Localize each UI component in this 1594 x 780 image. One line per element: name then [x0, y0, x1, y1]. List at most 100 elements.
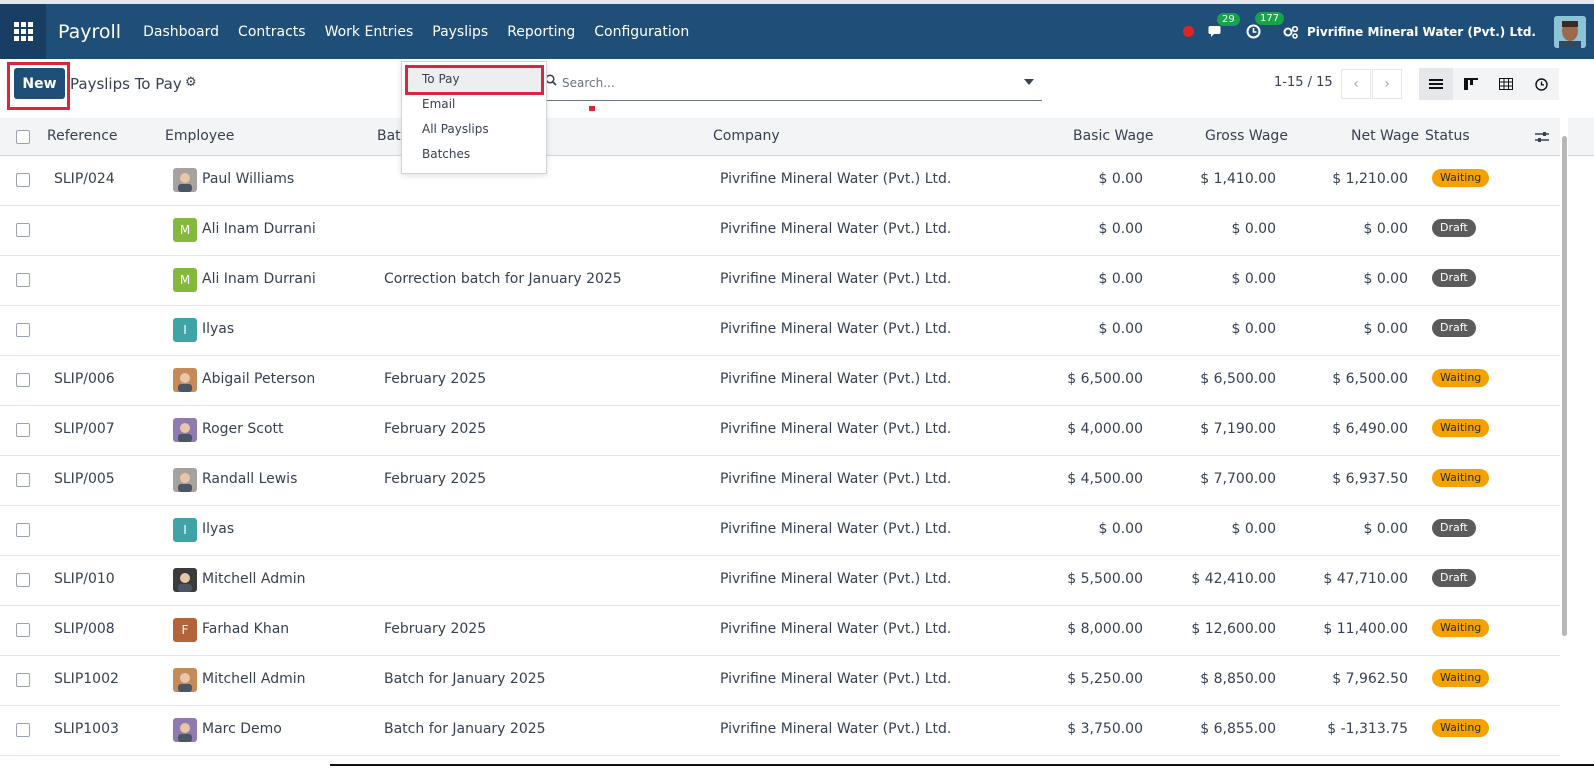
- pager-next-button[interactable]: ›: [1372, 69, 1402, 99]
- cell-reference: SLIP/008: [54, 621, 115, 637]
- pivot-view-button[interactable]: [1489, 68, 1524, 100]
- row-checkbox[interactable]: [16, 723, 30, 737]
- table-row[interactable]: SLIP/010 Mitchell Admin Pivrifine Mineral …: [0, 556, 1560, 606]
- cell-company: Pivrifine Mineral Water (Pvt.) Ltd.: [720, 271, 952, 287]
- company-switch-icon[interactable]: [1283, 25, 1299, 39]
- employee-initial-avatar: I: [173, 518, 197, 542]
- cell-net-wage: $ 6,500.00: [1332, 371, 1408, 387]
- table-row[interactable]: I Ilyas Pivrifine Mineral Water (Pvt.) Ltd…: [0, 506, 1560, 556]
- pager-value[interactable]: 1-15 / 15: [1274, 75, 1333, 90]
- row-checkbox[interactable]: [16, 523, 30, 537]
- column-employee[interactable]: Employee: [165, 128, 234, 144]
- status-badge: Draft: [1432, 219, 1476, 237]
- activity-view-button[interactable]: [1524, 68, 1559, 100]
- bottom-divider: [330, 764, 1594, 766]
- company-switcher[interactable]: Pivrifine Mineral Water (Pvt.) Ltd.: [1307, 25, 1536, 39]
- menu-work-entries[interactable]: Work Entries: [325, 24, 414, 40]
- search-bar: [545, 66, 1042, 101]
- column-net-wage[interactable]: Net Wage: [1351, 128, 1419, 144]
- menu-dashboard[interactable]: Dashboard: [143, 24, 219, 40]
- row-checkbox[interactable]: [16, 423, 30, 437]
- cell-company: Pivrifine Mineral Water (Pvt.) Ltd.: [720, 321, 952, 337]
- cell-employee: Ali Inam Durrani: [202, 271, 316, 287]
- search-options-toggle[interactable]: [1024, 79, 1034, 85]
- cell-gross-wage: $ 0.00: [1231, 521, 1276, 537]
- column-gross-wage[interactable]: Gross Wage: [1205, 128, 1288, 144]
- pager-previous-button[interactable]: ‹: [1341, 69, 1371, 99]
- row-checkbox[interactable]: [16, 673, 30, 687]
- cell-net-wage: $ 11,400.00: [1323, 621, 1408, 637]
- bottom-edge: [0, 765, 1594, 780]
- menu-contracts[interactable]: Contracts: [238, 24, 306, 40]
- row-checkbox[interactable]: [16, 273, 30, 287]
- column-basic-wage[interactable]: Basic Wage: [1073, 128, 1154, 144]
- cell-basic-wage: $ 0.00: [1098, 221, 1143, 237]
- cell-gross-wage: $ 7,700.00: [1200, 471, 1276, 487]
- search-input[interactable]: [562, 72, 1002, 94]
- column-reference[interactable]: Reference: [47, 128, 118, 144]
- cell-employee: Randall Lewis: [202, 471, 298, 487]
- cell-basic-wage: $ 0.00: [1098, 271, 1143, 287]
- status-badge: Waiting: [1432, 719, 1490, 737]
- cell-gross-wage: $ 7,190.00: [1200, 421, 1276, 437]
- table-row[interactable]: SLIP/006 Abigail Peterson February 2025 Piv…: [0, 356, 1560, 406]
- messages-button[interactable]: 29: [1208, 12, 1240, 39]
- menu-item-all-payslips[interactable]: All Payslips: [422, 122, 489, 136]
- status-badge: Waiting: [1432, 369, 1490, 387]
- table-row[interactable]: M Ali Inam Durrani Correction batch for Ja…: [0, 256, 1560, 306]
- table-row[interactable]: M Ali Inam Durrani Pivrifine Mineral Water…: [0, 206, 1560, 256]
- employee-photo-avatar: [173, 668, 197, 692]
- table-row[interactable]: SLIP1003 Marc Demo Batch for January 2025 P…: [0, 706, 1560, 756]
- cell-reference: SLIP1002: [54, 671, 119, 687]
- page-title: Payslips To Pay: [70, 75, 182, 93]
- table-row[interactable]: SLIP/024 Paul Williams Pivrifine Mineral W…: [0, 156, 1560, 206]
- activities-button[interactable]: 177: [1246, 12, 1285, 39]
- row-checkbox[interactable]: [16, 323, 30, 337]
- table-row[interactable]: SLIP/007 Roger Scott February 2025 Pivrifin…: [0, 406, 1560, 456]
- gear-icon[interactable]: ⚙: [185, 75, 197, 90]
- row-checkbox[interactable]: [16, 373, 30, 387]
- menu-item-email[interactable]: Email: [422, 97, 455, 111]
- row-checkbox[interactable]: [16, 223, 30, 237]
- cell-net-wage: $ 0.00: [1363, 271, 1408, 287]
- scrollbar-thumb[interactable]: [1562, 136, 1567, 636]
- column-status[interactable]: Status: [1425, 128, 1470, 144]
- cell-employee: Ali Inam Durrani: [202, 221, 316, 237]
- menu-payslips[interactable]: Payslips: [432, 24, 488, 40]
- table-row[interactable]: SLIP1002 Mitchell Admin Batch for January …: [0, 656, 1560, 706]
- payslips-dropdown-menu: To Pay Email All Payslips Batches: [401, 61, 547, 174]
- column-batch[interactable]: Bat: [377, 128, 401, 144]
- menu-item-batches[interactable]: Batches: [422, 147, 470, 161]
- cell-gross-wage: $ 0.00: [1231, 321, 1276, 337]
- new-button[interactable]: New: [14, 68, 65, 99]
- cell-basic-wage: $ 0.00: [1098, 321, 1143, 337]
- status-badge: Waiting: [1432, 469, 1490, 487]
- row-checkbox[interactable]: [16, 173, 30, 187]
- cell-company: Pivrifine Mineral Water (Pvt.) Ltd.: [720, 521, 952, 537]
- cell-net-wage: $ 6,937.50: [1332, 471, 1408, 487]
- menu-item-to-pay[interactable]: To Pay: [422, 72, 460, 86]
- table-row[interactable]: SLIP/005 Randall Lewis February 2025 Pivrif…: [0, 456, 1560, 506]
- select-all-checkbox[interactable]: [16, 130, 30, 144]
- apps-menu-button[interactable]: [0, 4, 46, 59]
- list-view-button[interactable]: [1419, 68, 1454, 100]
- table-row[interactable]: SLIP/008 F Farhad Khan February 2025 Pivrifi…: [0, 606, 1560, 656]
- cell-company: Pivrifine Mineral Water (Pvt.) Ltd.: [720, 621, 952, 637]
- row-checkbox[interactable]: [16, 623, 30, 637]
- cell-reference: SLIP/007: [54, 421, 115, 437]
- table-row[interactable]: I Ilyas Pivrifine Mineral Water (Pvt.) Ltd…: [0, 306, 1560, 356]
- chat-icon: [1208, 25, 1221, 37]
- app-brand[interactable]: Payroll: [58, 21, 121, 43]
- cell-basic-wage: $ 5,500.00: [1067, 571, 1143, 587]
- column-company[interactable]: Company: [713, 128, 780, 144]
- row-checkbox[interactable]: [16, 473, 30, 487]
- user-avatar[interactable]: [1554, 15, 1586, 48]
- kanban-view-button[interactable]: [1454, 68, 1489, 100]
- optional-columns-icon[interactable]: [1535, 131, 1549, 143]
- cell-company: Pivrifine Mineral Water (Pvt.) Ltd.: [720, 371, 952, 387]
- cell-basic-wage: $ 4,500.00: [1067, 471, 1143, 487]
- menu-configuration[interactable]: Configuration: [594, 24, 689, 40]
- status-dot-icon[interactable]: [1182, 26, 1194, 37]
- row-checkbox[interactable]: [16, 573, 30, 587]
- menu-reporting[interactable]: Reporting: [507, 24, 575, 40]
